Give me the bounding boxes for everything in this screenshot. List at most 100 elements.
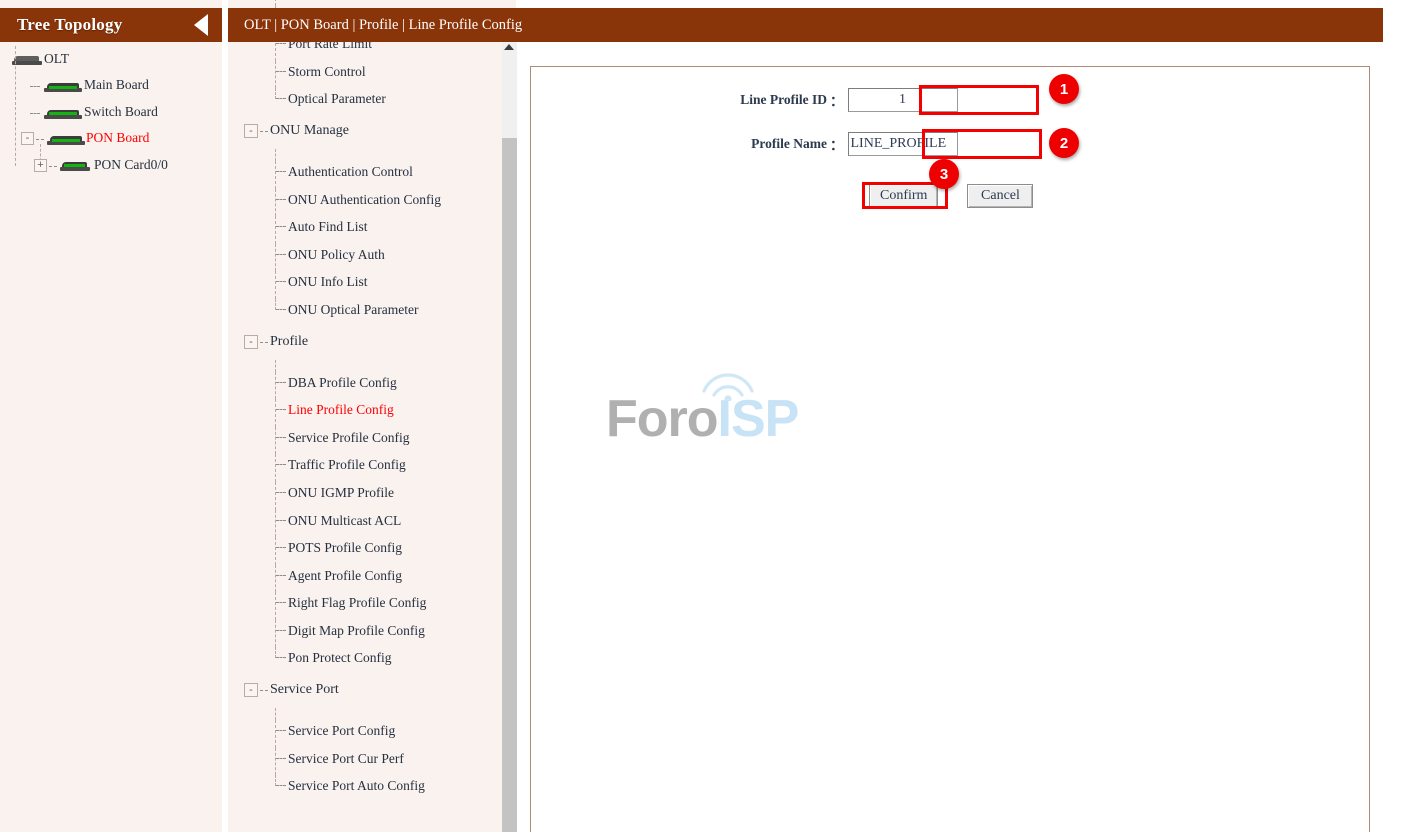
menu-item-optical-parameter[interactable]: Optical Parameter	[228, 88, 516, 116]
menu-item-right-flag-profile-config[interactable]: Right Flag Profile Config	[228, 592, 516, 620]
menu-item-authentication-control[interactable]: Authentication Control	[228, 160, 516, 189]
menu-guide	[276, 574, 286, 576]
menu-item-dba-profile-config[interactable]: DBA Profile Config	[228, 371, 516, 400]
tree-node-label: OLT	[44, 51, 70, 66]
expander-collapse-icon[interactable]: -	[244, 683, 258, 698]
profile-name-label: Profile Name	[751, 136, 827, 151]
menu-item-agent-profile-config[interactable]: Agent Profile Config	[228, 564, 516, 593]
menu-item-traffic-profile-config[interactable]: Traffic Profile Config	[228, 454, 516, 482]
tree-node-main-board[interactable]: Main Board	[0, 74, 222, 101]
menu-guide	[275, 747, 276, 776]
menu-guide	[275, 720, 276, 748]
menu-group-header-service-port[interactable]: - Service Port	[228, 675, 516, 708]
confirm-button[interactable]: Confirm	[869, 184, 939, 208]
profile-id-label: Line Profile ID	[740, 92, 827, 107]
menu-item-onu-policy-auth[interactable]: ONU Policy Auth	[228, 243, 516, 272]
menu-guide	[276, 43, 286, 45]
tree-node-pon-card[interactable]: + PON Card0/0	[0, 143, 222, 181]
tree-guide	[30, 86, 40, 87]
breadcrumb: OLT | PON Board | Profile | Line Profile…	[244, 16, 523, 33]
menu-item-onu-optical-parameter[interactable]: ONU Optical Parameter	[228, 298, 516, 327]
tree-node-switch-board[interactable]: Switch Board	[0, 101, 222, 128]
form-row-profile-name: Profile Name ：	[729, 132, 958, 156]
expander-collapse-icon[interactable]: -	[244, 123, 258, 138]
menu-guide	[276, 226, 286, 228]
form-buttons: Confirm Cancel	[869, 184, 1034, 208]
tree-node-olt[interactable]: OLT	[0, 48, 222, 74]
menu-item-service-port-cur-perf[interactable]: Service Port Cur Perf	[228, 747, 516, 776]
menu-item-onu-igmp-profile[interactable]: ONU IGMP Profile	[228, 481, 516, 510]
menu-item-label: Storm Control	[288, 63, 366, 79]
tree-node-label: Main Board	[84, 77, 149, 92]
menu-group-service-port: - Service Port Service Port Config Servi…	[228, 675, 516, 803]
triangle-left-icon[interactable]	[194, 14, 208, 36]
menu-group-header-onu-manage[interactable]: - ONU Manage	[228, 116, 516, 149]
menu-item-label: ONU Optical Parameter	[288, 301, 419, 317]
navigation-menu-list: Port Config Port Extend Config Port Rate…	[228, 0, 516, 803]
cancel-button[interactable]: Cancel	[967, 184, 1034, 208]
menu-guide	[276, 70, 286, 72]
tree-topology-sidebar: Tree Topology OLT Main Board Switch Boar…	[0, 0, 222, 832]
menu-guide	[276, 730, 286, 732]
menu-guide	[276, 98, 286, 100]
menu-item-service-port-config[interactable]: Service Port Config	[228, 720, 516, 748]
tree-node-label: PON Board	[86, 130, 150, 145]
scrollbar-thumb[interactable]	[502, 138, 517, 832]
watermark-foro: Foro	[606, 390, 719, 448]
menu-guide	[275, 243, 276, 272]
menu-guide	[276, 464, 286, 466]
menu-item-label: Auto Find List	[288, 219, 368, 235]
menu-item-digit-map-profile-config[interactable]: Digit Map Profile Config	[228, 619, 516, 648]
menu-item-label: Service Port Config	[288, 723, 396, 739]
menu-guide	[276, 491, 286, 493]
menu-guide	[276, 629, 286, 631]
menu-item-label: ONU Authentication Config	[288, 191, 441, 207]
menu-item-label: Line Profile Config	[288, 402, 394, 418]
profile-id-input[interactable]	[847, 88, 958, 112]
annotation-badge-3: 3	[929, 159, 959, 189]
profile-name-input[interactable]	[847, 132, 958, 156]
menu-item-pon-protect-config[interactable]: Pon Protect Config	[228, 647, 516, 675]
menu-item-line-profile-config[interactable]: Line Profile Config	[228, 399, 516, 427]
menu-item-storm-control[interactable]: Storm Control	[228, 60, 516, 89]
expander-expand-icon[interactable]: +	[34, 158, 47, 172]
tree-topology-title: Tree Topology	[17, 15, 123, 34]
menu-item-service-port-auto-config[interactable]: Service Port Auto Config	[228, 775, 516, 803]
menu-scrollbar[interactable]	[502, 41, 517, 832]
menu-group-header-profile[interactable]: - Profile	[228, 327, 516, 360]
expander-collapse-icon[interactable]: -	[244, 334, 258, 349]
menu-guide	[275, 426, 276, 455]
menu-guide	[276, 757, 286, 759]
expander-collapse-icon[interactable]: -	[21, 132, 34, 145]
tree-guide	[49, 165, 57, 167]
menu-item-pots-profile-config[interactable]: POTS Profile Config	[228, 537, 516, 565]
menu-group-label: Service Port	[270, 682, 339, 698]
menu-item-label: Right Flag Profile Config	[288, 595, 427, 611]
menu-item-label: Service Port Auto Config	[288, 778, 425, 794]
menu-item-onu-info-list[interactable]: ONU Info List	[228, 271, 516, 299]
tree-node-label: PON Card0/0	[94, 156, 168, 172]
device-board-icon	[47, 133, 85, 145]
navigation-menu-panel: Port Config Port Extend Config Port Rate…	[228, 0, 516, 832]
menu-guide	[260, 690, 268, 692]
menu-item-onu-authentication-config[interactable]: ONU Authentication Config	[228, 188, 516, 217]
menu-item-onu-multicast-acl[interactable]: ONU Multicast ACL	[228, 509, 516, 538]
tree-node-pon-board[interactable]: - PON Board	[0, 127, 222, 154]
menu-guide	[276, 602, 286, 604]
menu-item-label: DBA Profile Config	[288, 374, 397, 390]
menu-item-label: Digit Map Profile Config	[288, 622, 425, 638]
menu-guide	[275, 271, 276, 299]
menu-guide	[276, 519, 286, 521]
menu-guide	[275, 188, 276, 217]
menu-item-service-profile-config[interactable]: Service Profile Config	[228, 426, 516, 455]
arrow-up-icon[interactable]	[504, 44, 514, 50]
menu-group-profile: - Profile DBA Profile Config Line Profil…	[228, 327, 516, 676]
menu-guide	[275, 216, 276, 244]
menu-guide	[276, 409, 286, 411]
menu-guide	[276, 170, 286, 172]
application-root: Tree Topology OLT Main Board Switch Boar…	[0, 0, 1401, 832]
device-board-icon	[60, 160, 90, 171]
menu-guide	[275, 148, 276, 161]
menu-item-auto-find-list[interactable]: Auto Find List	[228, 216, 516, 244]
menu-guide	[275, 60, 276, 89]
